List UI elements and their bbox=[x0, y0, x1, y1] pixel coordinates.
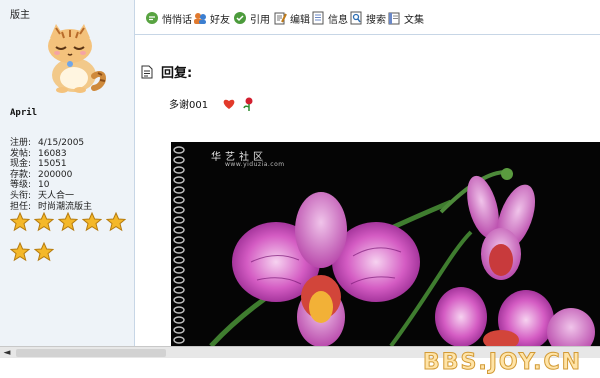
quote-icon bbox=[234, 12, 246, 24]
heart-icon bbox=[223, 99, 235, 109]
cat-avatar[interactable] bbox=[36, 20, 112, 94]
whisper-button[interactable]: 悄悄话 bbox=[145, 10, 192, 26]
star-icon bbox=[10, 212, 30, 232]
stat-posts: 发帖: 16083 bbox=[10, 148, 67, 159]
star-icon bbox=[34, 212, 54, 232]
user-role: 版主 bbox=[10, 10, 30, 21]
edit-button[interactable]: 编辑 bbox=[273, 10, 310, 26]
orchid-image: 华艺社区 www.yiduzia.com bbox=[171, 142, 600, 346]
reply-label: 回复: bbox=[161, 66, 193, 81]
star-icon bbox=[10, 242, 30, 262]
edit-icon bbox=[274, 12, 287, 25]
user-stats: 注册: 4/15/2005 发帖: 16083 现金: 15051 存款: 200000… bbox=[10, 138, 130, 212]
stat-deposit: 存款: 200000 bbox=[10, 169, 73, 180]
star-icon bbox=[34, 242, 54, 262]
star-icon bbox=[82, 212, 102, 232]
search-button[interactable]: 搜索 bbox=[349, 10, 386, 26]
quote-button[interactable]: 引用 bbox=[233, 10, 270, 26]
footer-strip: BBS.JOY.CN bbox=[0, 350, 600, 378]
stat-level: 等级: 10 bbox=[10, 180, 50, 191]
scroll-thumb[interactable] bbox=[16, 349, 166, 357]
post-message: 多谢001 bbox=[169, 96, 256, 111]
orchid-flower-illustration bbox=[209, 168, 595, 346]
stat-position: 担任: 时尚潮流版主 bbox=[10, 201, 93, 212]
username[interactable]: April bbox=[10, 108, 37, 118]
star-icon bbox=[106, 212, 126, 232]
info-button[interactable]: 信息 bbox=[311, 10, 348, 26]
rose-icon bbox=[243, 97, 253, 111]
user-info-panel: 版主 April 注册: 4/15/2005 发帖: 16083 现金: 15051 … bbox=[0, 0, 135, 346]
chat-bubble-icon bbox=[146, 12, 158, 24]
search-icon bbox=[350, 11, 362, 25]
info-icon bbox=[312, 11, 324, 25]
post-toolbar: 悄悄话 好友 引用 编辑 信息 搜索 文集 bbox=[135, 0, 600, 35]
stat-cash: 现金: 15051 bbox=[10, 159, 67, 170]
stat-registered: 注册: 4/15/2005 bbox=[10, 138, 85, 148]
site-watermark: BBS.JOY.CN bbox=[422, 350, 582, 376]
post-area: 悄悄话 好友 引用 编辑 信息 搜索 文集 回复: 多谢001 华艺社区 www… bbox=[135, 0, 600, 346]
image-watermark-url: www.yiduzia.com bbox=[225, 161, 285, 168]
spiral-binding bbox=[173, 146, 185, 344]
collection-button[interactable]: 文集 bbox=[387, 10, 424, 26]
star-icon bbox=[58, 212, 78, 232]
book-icon bbox=[388, 12, 400, 25]
rank-stars bbox=[10, 212, 130, 272]
add-friend-button[interactable]: 好友 bbox=[193, 10, 230, 26]
friends-icon bbox=[194, 13, 206, 24]
reply-heading: 回复: bbox=[141, 62, 192, 81]
stat-title: 头衔: 天人合一 bbox=[10, 190, 75, 201]
document-icon bbox=[141, 65, 153, 78]
message-text: 多谢001 bbox=[169, 100, 209, 111]
